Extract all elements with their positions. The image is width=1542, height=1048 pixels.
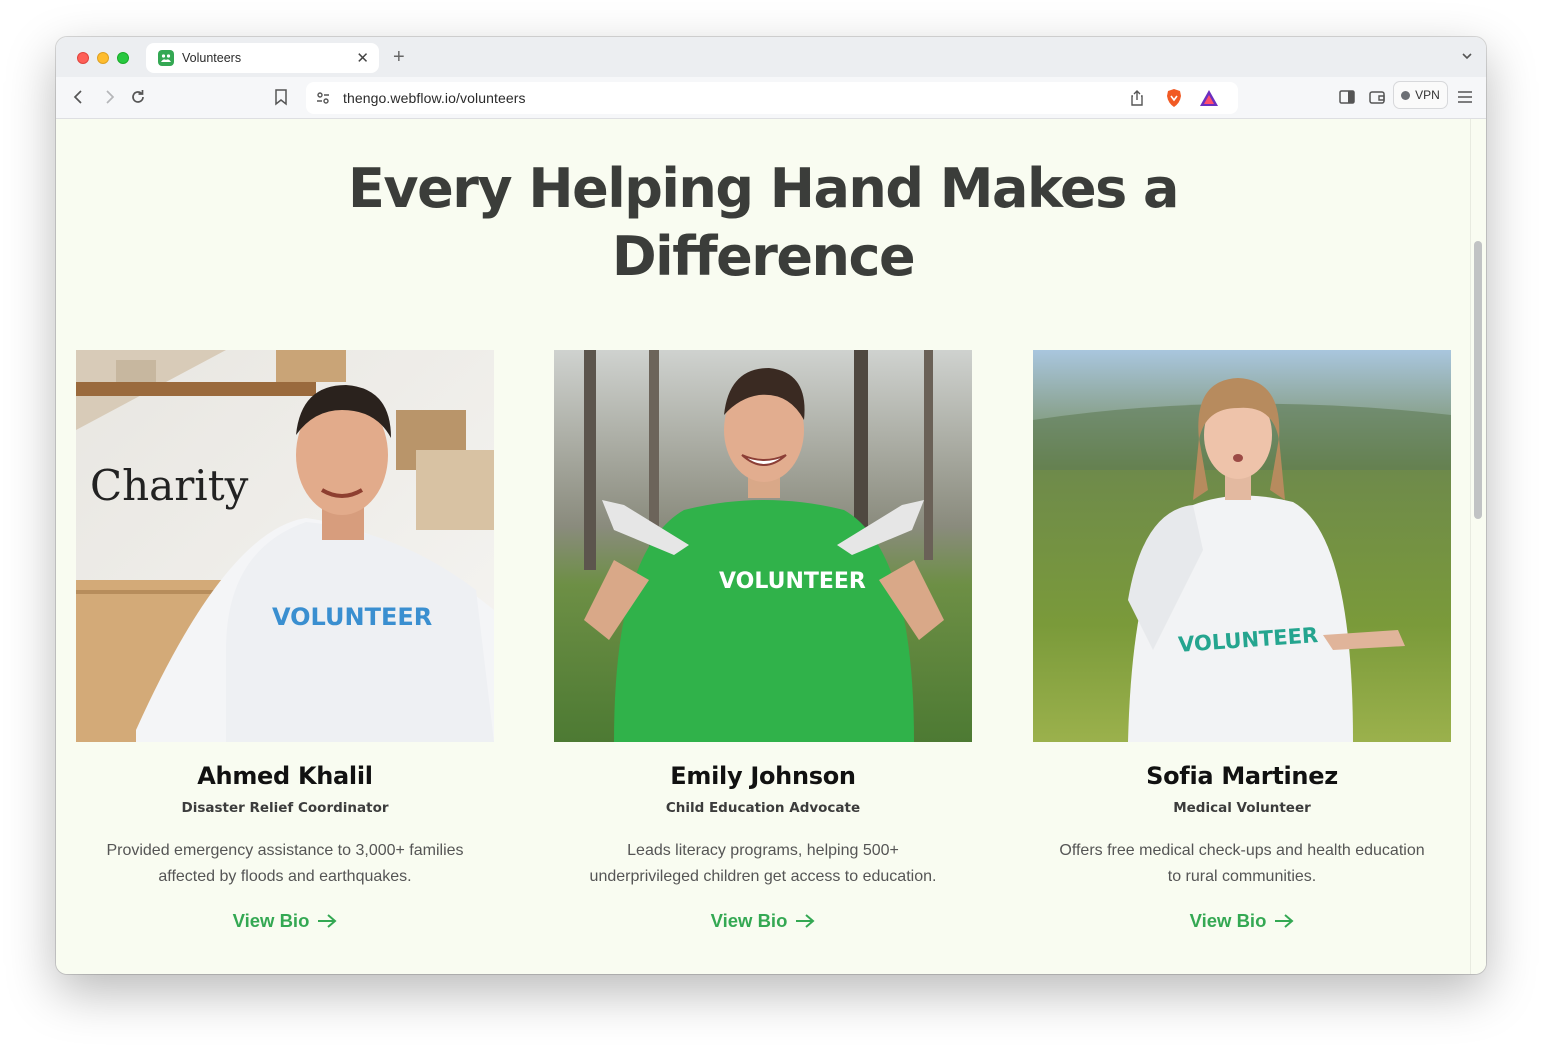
forward-icon[interactable]	[100, 88, 118, 106]
volunteer-photo-emily: VOLUNTEER	[554, 350, 972, 742]
brave-rewards-icon[interactable]	[1199, 89, 1219, 107]
volunteer-description: Provided emergency assistance to 3,000+ …	[106, 842, 464, 885]
tab-volunteers[interactable]: Volunteers ✕	[146, 43, 379, 73]
photo-text-charity: Charity	[90, 461, 249, 510]
site-favicon-icon	[158, 50, 174, 66]
page-content: Every Helping Hand Makes a Difference Ch…	[56, 119, 1486, 974]
volunteer-photo-ahmed: Charity VOLUNTEER	[76, 350, 494, 742]
volunteer-card: VOLUNTEER Emily Johnson Child Education …	[554, 350, 972, 932]
tab-strip: Volunteers ✕ +	[56, 37, 1486, 77]
new-tab-button[interactable]: +	[393, 46, 405, 68]
arrow-right-icon	[1275, 914, 1294, 928]
view-bio-label: View Bio	[710, 910, 788, 931]
minimize-window-button[interactable]	[97, 52, 109, 64]
view-bio-label: View Bio	[1189, 910, 1267, 931]
wallet-icon[interactable]	[1368, 88, 1386, 106]
view-bio-label: View Bio	[232, 910, 310, 931]
tab-list-chevron-icon[interactable]	[1460, 49, 1474, 68]
back-icon[interactable]	[70, 88, 88, 106]
volunteer-card: VOLUNTEER Sofia Martinez Medical Volunte…	[1033, 350, 1451, 932]
view-bio-link[interactable]: View Bio	[711, 910, 816, 932]
volunteer-role: Child Education Advocate	[665, 800, 861, 816]
window-controls	[77, 52, 129, 64]
volunteer-card: Charity VOLUNTEER Ahmed Khalil Disaster …	[76, 350, 494, 932]
browser-window: Volunteers ✕ + thengo.webflow.io/volunte…	[56, 37, 1486, 974]
volunteer-description: Leads literacy programs, helping 500+ un…	[589, 842, 937, 885]
bookmark-icon[interactable]	[273, 88, 289, 106]
volunteer-photo-sofia: VOLUNTEER	[1033, 350, 1451, 742]
menu-icon[interactable]	[1456, 88, 1474, 106]
url-text: thengo.webflow.io/volunteers	[343, 90, 526, 106]
vpn-label: VPN	[1415, 88, 1440, 102]
reload-icon[interactable]	[129, 88, 147, 106]
volunteer-name: Ahmed Khalil	[197, 762, 373, 790]
vpn-status-icon	[1401, 90, 1411, 100]
address-bar[interactable]: thengo.webflow.io/volunteers	[306, 82, 1238, 114]
page-scrollbar[interactable]	[1470, 119, 1486, 974]
brave-shields-icon[interactable]	[1165, 88, 1183, 108]
maximize-window-button[interactable]	[117, 52, 129, 64]
close-window-button[interactable]	[77, 52, 89, 64]
browser-toolbar: thengo.webflow.io/volunteers VPN	[56, 77, 1486, 119]
arrow-right-icon	[318, 914, 337, 928]
photo-text-volunteer: VOLUNTEER	[719, 569, 866, 594]
sidebar-toggle-icon[interactable]	[1338, 88, 1356, 106]
view-bio-link[interactable]: View Bio	[1190, 910, 1295, 932]
tab-title: Volunteers	[182, 51, 242, 65]
scrollbar-thumb[interactable]	[1474, 241, 1482, 519]
volunteer-role: Medical Volunteer	[1173, 800, 1311, 816]
volunteer-description: Offers free medical check-ups and health…	[1059, 842, 1425, 885]
tab-close-icon[interactable]: ✕	[356, 49, 369, 67]
volunteer-name: Sofia Martinez	[1146, 762, 1338, 790]
photo-text-volunteer: VOLUNTEER	[272, 603, 432, 631]
volunteer-role: Disaster Relief Coordinator	[181, 800, 389, 816]
view-bio-link[interactable]: View Bio	[233, 910, 338, 932]
share-icon[interactable]	[1129, 89, 1145, 107]
volunteer-name: Emily Johnson	[670, 762, 856, 790]
page-headline: Every Helping Hand Makes a Difference	[348, 157, 1179, 288]
vpn-button[interactable]: VPN	[1393, 81, 1448, 109]
arrow-right-icon	[796, 914, 815, 928]
site-settings-icon[interactable]	[315, 90, 331, 106]
